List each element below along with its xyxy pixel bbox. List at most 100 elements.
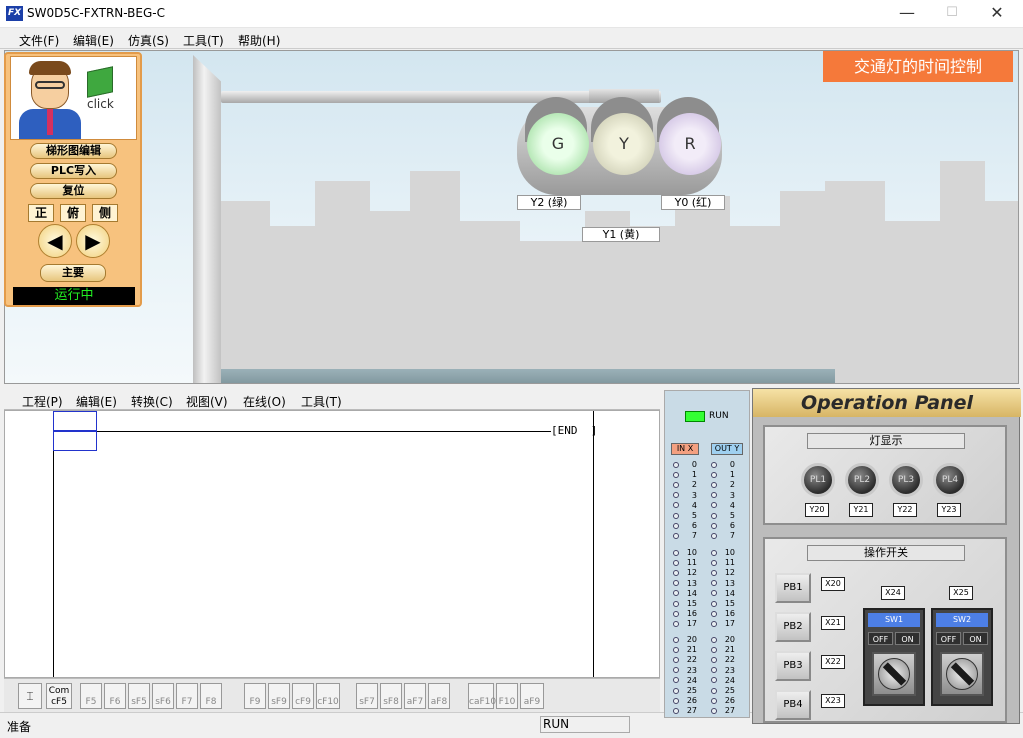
input-number: 14 [686, 588, 697, 598]
delete-hline-button[interactable]: cF9 [292, 683, 314, 709]
io-row: 23 23 [673, 666, 749, 676]
top-view-button[interactable]: 俯 [60, 204, 86, 222]
minimize-button[interactable]: — [884, 0, 930, 28]
menu-tools[interactable]: 工具(T) [183, 32, 224, 49]
ladder-toolbar: ⌶ Com cF5 F5 F6 sF5 sF6 F7 F8 F9 sF9 cF9… [4, 678, 660, 712]
ladder-menu-project[interactable]: 工程(P) [22, 393, 63, 410]
io-row: 14 14 [673, 589, 749, 599]
line-delete-button[interactable]: aF9 [520, 683, 544, 709]
selector-switch-tag: X24 [881, 586, 905, 600]
title-bar: FX SW0D5C-FXTRN-BEG-C — ☐ ✕ [0, 0, 1023, 28]
line-input-button[interactable]: F10 [496, 683, 518, 709]
side-view-button[interactable]: 侧 [92, 204, 118, 222]
menu-simulate[interactable]: 仿真(S) [128, 32, 169, 49]
ladder-menu-view[interactable]: 视图(V) [186, 393, 228, 410]
input-x-header: IN X [671, 443, 699, 455]
menu-help[interactable]: 帮助(H) [238, 32, 280, 49]
reset-button[interactable]: 复位 [30, 183, 117, 199]
vline-button[interactable]: sF9 [268, 683, 290, 709]
rotary-knob-icon[interactable] [872, 652, 916, 696]
contact-no-button[interactable]: F5 [80, 683, 102, 709]
output-number: 17 [724, 619, 735, 629]
pushbutton-1[interactable]: PB1 [775, 573, 811, 603]
contact-parallel-nc-button[interactable]: sF6 [152, 683, 174, 709]
traffic-scene: G Y R Y2 (绿) Y0 (红) Y1 (黄) 交通灯的时间控制 [4, 50, 1019, 384]
run-label: RUN [709, 411, 729, 421]
input-number: 5 [691, 511, 697, 520]
maximize-button[interactable]: ☐ [929, 0, 975, 28]
io-row: 10 10 [673, 548, 749, 558]
io-row: 13 13 [673, 579, 749, 589]
teacher-avatar[interactable]: click [10, 56, 137, 140]
falling-edge-button[interactable]: sF8 [380, 683, 402, 709]
pushbutton-2[interactable]: PB2 [775, 612, 811, 642]
io-row: 17 17 [673, 619, 749, 629]
input-number: 1 [691, 470, 697, 480]
instruction-button[interactable]: F8 [200, 683, 222, 709]
plc-write-button[interactable]: PLC写入 [30, 163, 117, 179]
io-monitor: RUN IN X OUT Y 0 0 1 1 2 2 3 3 4 4 5 5 6 6 7 7 10 10 11 11 1… [664, 390, 750, 718]
menu-edit[interactable]: 编辑(E) [73, 32, 114, 49]
output-number: 7 [729, 531, 735, 541]
input-number: 10 [686, 548, 697, 557]
switch-group-title: 操作开关 [807, 545, 965, 561]
io-row: 24 24 [673, 676, 749, 686]
output-number: 21 [724, 645, 735, 655]
io-row: 20 20 [673, 635, 749, 645]
hline-button[interactable]: F9 [244, 683, 266, 709]
pilot-lamp-tag: Y20 [805, 503, 829, 517]
yellow-lamp: Y [593, 113, 655, 175]
menu-file[interactable]: 文件(F) [19, 32, 59, 49]
next-arrow-icon[interactable]: ▶ [76, 224, 110, 258]
main-button[interactable]: 主要 [40, 264, 106, 282]
switch-on-label: ON [895, 632, 920, 645]
selector-switch-tag: X25 [949, 586, 973, 600]
switch-on-label: ON [963, 632, 988, 645]
input-number: 22 [686, 655, 697, 665]
input-number: 13 [686, 578, 697, 588]
io-row: 11 11 [673, 558, 749, 568]
pushbutton-4[interactable]: PB4 [775, 690, 811, 720]
ladder-diagram-editor[interactable]: [END ] [4, 410, 660, 678]
status-mode: RUN [540, 716, 630, 733]
operation-panel: Operation Panel 灯显示 操作开关 PL1 Y20 PL2 Y21 PL3… [752, 388, 1021, 724]
parallel-rising-button[interactable]: aF7 [404, 683, 426, 709]
input-number: 27 [686, 706, 697, 716]
cursor-cell[interactable] [53, 411, 97, 431]
output-number: 2 [729, 480, 735, 490]
io-row: 44 [673, 501, 749, 511]
contact-nc-button[interactable]: sF5 [128, 683, 150, 709]
book-icon [87, 66, 113, 98]
invert-button[interactable]: caF10 [468, 683, 496, 709]
coil-button[interactable]: F7 [176, 683, 198, 709]
rising-edge-button[interactable]: sF7 [356, 683, 378, 709]
run-indicator [685, 411, 705, 422]
rotary-knob-icon[interactable] [940, 652, 984, 696]
ladder-menu-convert[interactable]: 转换(C) [131, 393, 173, 410]
comment-button[interactable]: Com cF5 [46, 683, 72, 709]
selector-switch-2[interactable]: SW2 OFF ON [931, 608, 993, 706]
close-button[interactable]: ✕ [974, 0, 1020, 28]
parallel-falling-button[interactable]: aF8 [428, 683, 450, 709]
window-title: SW0D5C-FXTRN-BEG-C [27, 6, 165, 20]
red-signal-label: Y0 (红) [661, 195, 725, 210]
ladder-edit-button[interactable]: 梯形图编辑 [30, 143, 117, 159]
io-row: 15 15 [673, 599, 749, 609]
output-number: 23 [724, 665, 735, 675]
select-mode-button[interactable]: ⌶ [18, 683, 42, 709]
pushbutton-3[interactable]: PB3 [775, 651, 811, 681]
selector-switch-1[interactable]: SW1 OFF ON [863, 608, 925, 706]
control-panel: click 梯形图编辑 PLC写入 复位 正 俯 侧 ◀ ▶ 主要 运行中 [4, 52, 142, 307]
prev-arrow-icon[interactable]: ◀ [38, 224, 72, 258]
ladder-menu-online[interactable]: 在线(O) [243, 393, 286, 410]
io-row: 66 [673, 521, 749, 531]
front-view-button[interactable]: 正 [28, 204, 54, 222]
ladder-menu-tools[interactable]: 工具(T) [301, 393, 342, 410]
output-number: 12 [724, 568, 735, 578]
contact-parallel-no-button[interactable]: F6 [104, 683, 126, 709]
output-number: 15 [724, 599, 735, 608]
ladder-menu-edit[interactable]: 编辑(E) [76, 393, 117, 410]
output-number: 4 [729, 500, 735, 510]
red-lamp: R [659, 113, 721, 175]
delete-vline-button[interactable]: cF10 [316, 683, 340, 709]
